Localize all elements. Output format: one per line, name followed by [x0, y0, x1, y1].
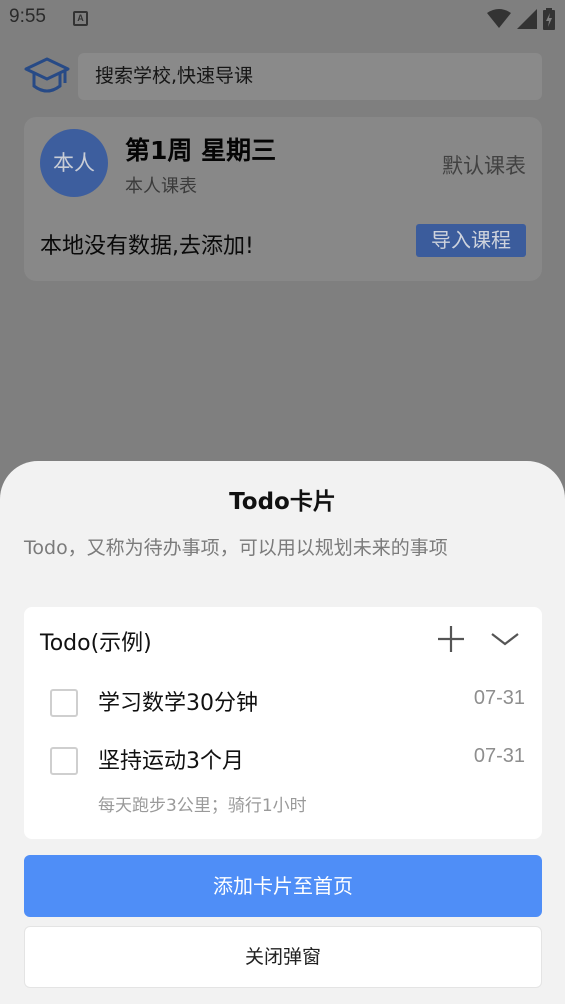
week-title: 第1周 星期三	[125, 136, 277, 165]
close-popup-button[interactable]: 关闭弹窗	[24, 926, 542, 988]
todo-item: 坚持运动3个月 07-31	[24, 737, 542, 787]
add-card-to-home-button[interactable]: 添加卡片至首页	[24, 855, 542, 917]
battery-charging-icon	[543, 8, 555, 30]
todo-item-text: 坚持运动3个月	[98, 749, 244, 774]
signal-icon	[517, 9, 537, 29]
todo-item-text: 学习数学30分钟	[98, 691, 258, 716]
empty-message: 本地没有数据,去添加!	[40, 234, 254, 259]
status-bar: 9:55 A	[0, 0, 565, 38]
status-icons	[487, 8, 555, 30]
todo-checkbox[interactable]	[50, 689, 78, 717]
todo-item: 学习数学30分钟 07-31	[24, 679, 542, 729]
todo-checkbox[interactable]	[50, 747, 78, 775]
todo-card-preview: Todo(示例) 学习数学30分钟 07-31 坚持运动3个月 07-31 每天…	[24, 607, 542, 839]
graduation-cap-icon[interactable]	[24, 56, 70, 98]
sheet-title: Todo卡片	[229, 489, 336, 515]
notification-a-icon: A	[73, 11, 88, 26]
todo-card-title: Todo(示例)	[40, 631, 152, 656]
schedule-card[interactable]: 本人 第1周 星期三 本人课表 默认课表 本地没有数据,去添加! 导入课程	[24, 117, 542, 281]
todo-item-note: 每天跑步3公里；骑行1小时	[98, 796, 307, 816]
todo-item-date: 07-31	[473, 687, 525, 709]
chevron-down-icon[interactable]	[490, 629, 520, 649]
sheet-description: Todo，又称为待办事项，可以用以规划未来的事项	[24, 537, 448, 559]
todo-bottom-sheet: Todo卡片 Todo，又称为待办事项，可以用以规划未来的事项 Todo(示例)…	[0, 461, 565, 1004]
wifi-icon	[487, 9, 511, 28]
import-courses-button[interactable]: 导入课程	[416, 224, 526, 257]
plus-icon[interactable]	[436, 624, 466, 654]
status-time: 9:55	[9, 6, 46, 27]
schedule-subtitle: 本人课表	[125, 176, 197, 197]
default-table-link[interactable]: 默认课表	[442, 150, 526, 180]
avatar[interactable]: 本人	[40, 129, 108, 197]
search-input[interactable]: 搜索学校,快速导课	[78, 53, 542, 100]
todo-item-date: 07-31	[473, 745, 525, 767]
